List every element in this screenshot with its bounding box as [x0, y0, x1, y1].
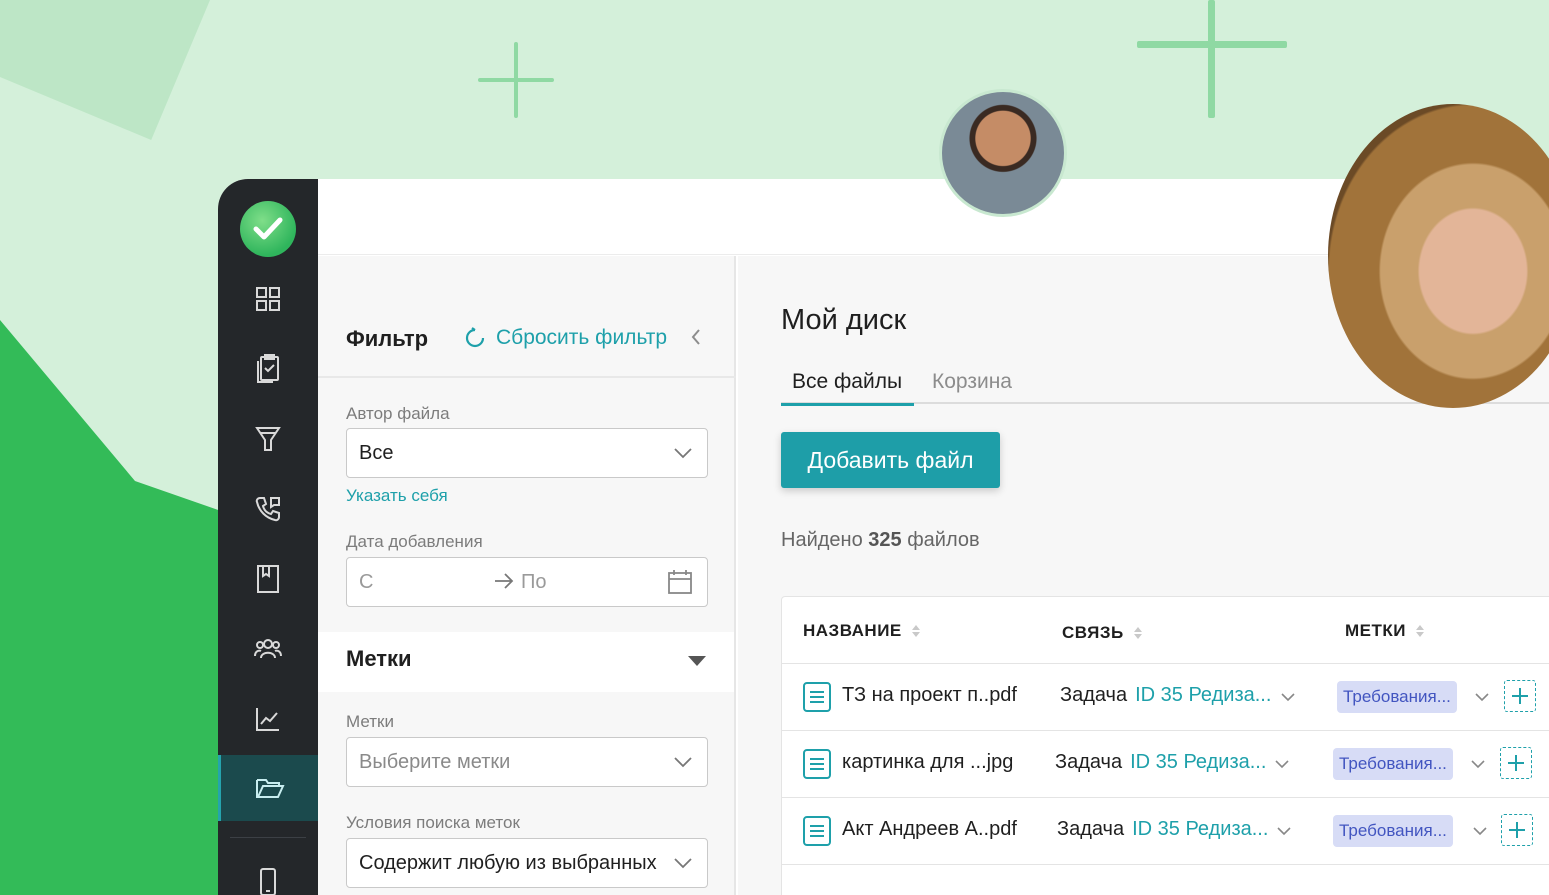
column-name-label: НАЗВАНИЕ [803, 621, 902, 640]
table-row [782, 864, 1549, 895]
found-count-text: Найдено 325 файлов [781, 529, 980, 552]
tag-badge[interactable]: Требования... [1333, 748, 1453, 780]
relation-cell: Задача ID 35 Редиза... [1057, 818, 1268, 841]
dashboard-grid-icon[interactable] [218, 266, 318, 332]
column-header-tags[interactable]: МЕТКИ [1345, 621, 1424, 641]
file-name[interactable]: ТЗ на проект п..pdf [842, 684, 1017, 707]
filter-panel: Фильтр Сбросить фильтр Автор файла Все У… [318, 256, 736, 895]
plus-decoration-icon [1137, 0, 1287, 120]
column-header-name[interactable]: НАЗВАНИЕ [803, 621, 920, 641]
relation-type: Задача [1055, 751, 1123, 773]
search-conditions-select[interactable]: Содержит любую из выбранных [346, 838, 708, 888]
sidebar-divider [230, 837, 306, 838]
users-icon[interactable] [218, 616, 318, 682]
date-from-input[interactable]: С [359, 571, 373, 594]
relation-type: Задача [1060, 684, 1128, 706]
folder-open-icon[interactable] [218, 755, 318, 821]
tag-badge[interactable]: Требования... [1337, 681, 1457, 713]
tag-badge[interactable]: Требования... [1333, 815, 1453, 847]
chevron-down-icon[interactable] [1474, 689, 1490, 705]
table-row[interactable]: ТЗ на проект п..pdf Задача ID 35 Редиза..… [782, 663, 1549, 730]
plus-decoration-icon [478, 42, 554, 118]
tags-label: Метки [346, 712, 394, 731]
tags-section-header[interactable]: Метки [318, 632, 734, 692]
tab-all-files[interactable]: Все файлы [781, 370, 915, 406]
file-document-icon [803, 682, 831, 712]
chevron-down-icon [674, 858, 692, 869]
chart-icon[interactable] [218, 686, 318, 752]
relation-id-link[interactable]: ID 35 Редиза... [1130, 751, 1266, 773]
chevron-down-icon [674, 757, 692, 768]
file-name[interactable]: Акт Андреев А..pdf [842, 818, 1017, 841]
relation-cell: Задача ID 35 Редиза... [1060, 684, 1271, 707]
assign-self-link[interactable]: Указать себя [346, 486, 448, 506]
add-tag-plus-icon[interactable] [1504, 680, 1536, 712]
tags-section-title: Метки [346, 646, 412, 671]
table-row[interactable]: картинка для ...jpg Задача ID 35 Редиза..… [782, 730, 1549, 797]
table-row[interactable]: Акт Андреев А..pdf Задача ID 35 Редиза...… [782, 797, 1549, 864]
found-suffix: файлов [907, 529, 980, 551]
calendar-icon[interactable] [667, 569, 693, 595]
chevron-down-icon[interactable] [1470, 756, 1486, 772]
reset-filter-link[interactable]: Сбросить фильтр [464, 326, 667, 350]
relation-id-link[interactable]: ID 35 Редиза... [1132, 818, 1268, 840]
chevron-down-icon[interactable] [1472, 823, 1488, 839]
collapse-chevron-left-icon[interactable] [690, 326, 702, 352]
phone-calls-icon[interactable] [218, 476, 318, 542]
add-file-button[interactable]: Добавить файл [781, 432, 1000, 488]
tags-placeholder: Выберите метки [359, 750, 511, 773]
chevron-down-icon[interactable] [1276, 823, 1292, 839]
author-label: Автор файла [346, 404, 450, 423]
file-name[interactable]: картинка для ...jpg [842, 751, 1013, 774]
filter-title: Фильтр [346, 326, 429, 351]
file-document-icon [803, 816, 831, 846]
caret-down-icon [688, 656, 706, 666]
sort-icon [911, 625, 920, 637]
found-count: 325 [868, 529, 902, 551]
found-prefix: Найдено [781, 529, 863, 551]
sort-icon [1415, 625, 1424, 637]
date-range-input[interactable]: С По [346, 557, 708, 607]
date-to-input[interactable]: По [521, 571, 547, 594]
chevron-down-icon[interactable] [1274, 756, 1290, 772]
background-shape [0, 0, 210, 140]
column-tags-label: МЕТКИ [1345, 621, 1406, 640]
reset-filter-label: Сбросить фильтр [496, 326, 668, 349]
tab-trash[interactable]: Корзина [932, 370, 1012, 404]
author-select[interactable]: Все [346, 428, 708, 478]
sidebar [218, 179, 318, 895]
date-label: Дата добавления [346, 532, 483, 551]
sort-icon [1133, 627, 1142, 639]
search-conditions-value: Содержит любую из выбранных [359, 851, 657, 874]
file-document-icon [803, 749, 831, 779]
add-tag-plus-icon[interactable] [1500, 747, 1532, 779]
relation-cell: Задача ID 35 Редиза... [1055, 751, 1266, 774]
relation-id-link[interactable]: ID 35 Редиза... [1135, 684, 1271, 706]
clipboard-tasks-icon[interactable] [218, 336, 318, 402]
chevron-down-icon[interactable] [1280, 689, 1296, 705]
book-icon[interactable] [218, 546, 318, 612]
arrow-right-icon [495, 573, 514, 589]
search-conditions-label: Условия поиска меток [346, 813, 520, 832]
filter-header: Фильтр Сбросить фильтр [318, 256, 736, 378]
mobile-icon[interactable] [218, 849, 318, 895]
refresh-icon [465, 327, 485, 348]
funnel-icon[interactable] [218, 406, 318, 472]
page-title: Мой диск [781, 304, 907, 336]
column-link-label: СВЯЗЬ [1062, 623, 1124, 642]
logo-check-icon[interactable] [240, 201, 296, 257]
relation-type: Задача [1057, 818, 1125, 840]
column-header-link[interactable]: СВЯЗЬ [1062, 623, 1142, 643]
chevron-down-icon [674, 448, 692, 459]
author-value: Все [359, 441, 394, 464]
add-tag-plus-icon[interactable] [1501, 814, 1533, 846]
files-table: НАЗВАНИЕ СВЯЗЬ МЕТКИ ТЗ на проект п..pdf… [781, 596, 1549, 895]
avatar [939, 89, 1067, 217]
tags-select[interactable]: Выберите метки [346, 737, 708, 787]
